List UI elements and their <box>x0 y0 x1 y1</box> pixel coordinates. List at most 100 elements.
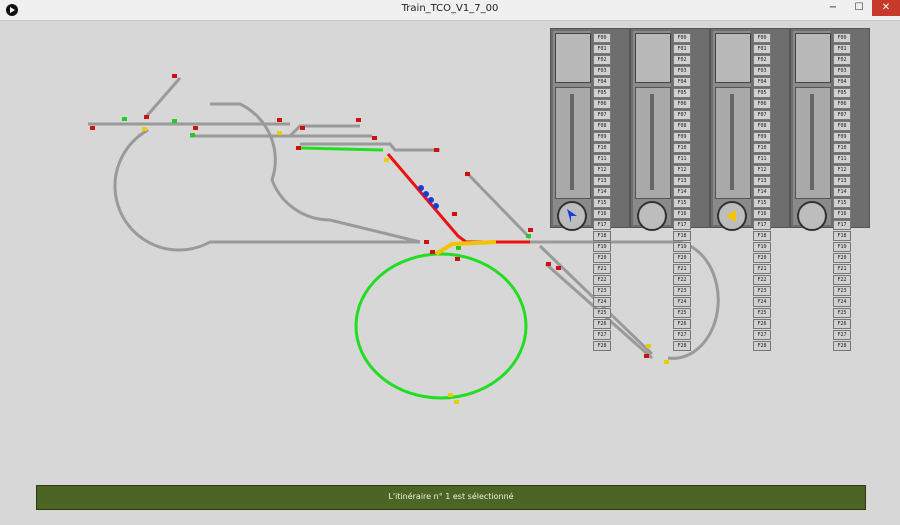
signal-green[interactable] <box>456 246 461 250</box>
function-button-f12[interactable]: F12 <box>753 165 771 175</box>
function-button-f18[interactable]: F18 <box>753 231 771 241</box>
function-button-f19[interactable]: F19 <box>673 242 691 252</box>
function-button-f24[interactable]: F24 <box>593 297 611 307</box>
function-button-f15[interactable]: F15 <box>753 198 771 208</box>
function-button-f25[interactable]: F25 <box>673 308 691 318</box>
function-button-f16[interactable]: F16 <box>833 209 851 219</box>
function-button-f21[interactable]: F21 <box>673 264 691 274</box>
function-button-f27[interactable]: F27 <box>753 330 771 340</box>
function-button-f19[interactable]: F19 <box>593 242 611 252</box>
function-button-f10[interactable]: F10 <box>753 143 771 153</box>
function-button-f06[interactable]: F06 <box>753 99 771 109</box>
function-button-f06[interactable]: F06 <box>833 99 851 109</box>
function-button-f20[interactable]: F20 <box>673 253 691 263</box>
function-button-f18[interactable]: F18 <box>833 231 851 241</box>
function-button-f10[interactable]: F10 <box>833 143 851 153</box>
signal-red[interactable] <box>356 118 361 122</box>
function-button-f16[interactable]: F16 <box>593 209 611 219</box>
function-button-f11[interactable]: F11 <box>753 154 771 164</box>
function-button-f25[interactable]: F25 <box>833 308 851 318</box>
speed-slider[interactable] <box>555 87 591 199</box>
function-button-f04[interactable]: F04 <box>673 77 691 87</box>
function-button-f11[interactable]: F11 <box>593 154 611 164</box>
function-button-f00[interactable]: F00 <box>593 33 611 43</box>
function-button-f09[interactable]: F09 <box>593 132 611 142</box>
function-button-f00[interactable]: F00 <box>833 33 851 43</box>
function-button-f08[interactable]: F08 <box>593 121 611 131</box>
function-button-f13[interactable]: F13 <box>753 176 771 186</box>
signal-red[interactable] <box>430 250 435 254</box>
signal-red[interactable] <box>424 240 429 244</box>
throttle-panel-3[interactable]: F00 F01 F02 F03 F04 F05 F06 F07 F08 F09 F10 F11 F12 F… <box>710 28 790 351</box>
function-button-f23[interactable]: F23 <box>673 286 691 296</box>
function-button-f18[interactable]: F18 <box>593 231 611 241</box>
function-button-f15[interactable]: F15 <box>673 198 691 208</box>
signal-green[interactable] <box>172 119 177 123</box>
signal-red[interactable] <box>455 257 460 261</box>
function-button-f28[interactable]: F28 <box>753 341 771 351</box>
train[interactable] <box>418 185 439 209</box>
signal-yellow[interactable] <box>664 360 669 364</box>
function-button-f25[interactable]: F25 <box>593 308 611 318</box>
function-button-f22[interactable]: F22 <box>593 275 611 285</box>
signal-red[interactable] <box>452 212 457 216</box>
function-button-f27[interactable]: F27 <box>673 330 691 340</box>
function-button-f13[interactable]: F13 <box>593 176 611 186</box>
function-button-f19[interactable]: F19 <box>753 242 771 252</box>
signal-red[interactable] <box>144 115 149 119</box>
function-button-f26[interactable]: F26 <box>673 319 691 329</box>
function-button-f14[interactable]: F14 <box>673 187 691 197</box>
function-button-f02[interactable]: F02 <box>593 55 611 65</box>
function-button-f06[interactable]: F06 <box>673 99 691 109</box>
function-button-f07[interactable]: F07 <box>833 110 851 120</box>
function-button-f16[interactable]: F16 <box>753 209 771 219</box>
signal-red[interactable] <box>644 354 649 358</box>
maximize-button[interactable]: ☐ <box>846 0 872 16</box>
function-button-f26[interactable]: F26 <box>833 319 851 329</box>
function-button-f03[interactable]: F03 <box>593 66 611 76</box>
function-button-f24[interactable]: F24 <box>833 297 851 307</box>
function-button-f21[interactable]: F21 <box>753 264 771 274</box>
function-button-f20[interactable]: F20 <box>833 253 851 263</box>
function-button-f08[interactable]: F08 <box>753 121 771 131</box>
function-button-f21[interactable]: F21 <box>833 264 851 274</box>
function-button-f05[interactable]: F05 <box>593 88 611 98</box>
function-button-f15[interactable]: F15 <box>593 198 611 208</box>
function-button-f08[interactable]: F08 <box>833 121 851 131</box>
function-button-f24[interactable]: F24 <box>673 297 691 307</box>
function-button-f16[interactable]: F16 <box>673 209 691 219</box>
speed-slider[interactable] <box>635 87 671 199</box>
function-button-f17[interactable]: F17 <box>833 220 851 230</box>
function-button-f27[interactable]: F27 <box>593 330 611 340</box>
function-button-f02[interactable]: F02 <box>753 55 771 65</box>
function-button-f20[interactable]: F20 <box>593 253 611 263</box>
function-button-f02[interactable]: F02 <box>833 55 851 65</box>
function-button-f01[interactable]: F01 <box>833 44 851 54</box>
function-button-f07[interactable]: F07 <box>593 110 611 120</box>
signal-red[interactable] <box>465 172 470 176</box>
function-button-f27[interactable]: F27 <box>833 330 851 340</box>
function-button-f06[interactable]: F06 <box>593 99 611 109</box>
function-button-f10[interactable]: F10 <box>593 143 611 153</box>
function-button-f17[interactable]: F17 <box>673 220 691 230</box>
signal-yellow[interactable] <box>646 344 651 348</box>
function-button-f11[interactable]: F11 <box>673 154 691 164</box>
function-button-f07[interactable]: F07 <box>673 110 691 120</box>
function-button-f21[interactable]: F21 <box>593 264 611 274</box>
signal-red[interactable] <box>172 74 177 78</box>
function-button-f22[interactable]: F22 <box>753 275 771 285</box>
function-button-f19[interactable]: F19 <box>833 242 851 252</box>
direction-dial[interactable] <box>557 201 587 231</box>
function-button-f03[interactable]: F03 <box>753 66 771 76</box>
function-button-f08[interactable]: F08 <box>673 121 691 131</box>
function-button-f04[interactable]: F04 <box>593 77 611 87</box>
function-button-f20[interactable]: F20 <box>753 253 771 263</box>
signal-yellow[interactable] <box>448 393 453 397</box>
signal-red[interactable] <box>90 126 95 130</box>
close-button[interactable]: ✕ <box>872 0 900 16</box>
function-button-f22[interactable]: F22 <box>833 275 851 285</box>
function-button-f13[interactable]: F13 <box>833 176 851 186</box>
function-button-f09[interactable]: F09 <box>673 132 691 142</box>
function-button-f26[interactable]: F26 <box>753 319 771 329</box>
throttle-panel-2[interactable]: F00 F01 F02 F03 F04 F05 F06 F07 F08 F09 F10 F11 F12 F… <box>630 28 710 351</box>
